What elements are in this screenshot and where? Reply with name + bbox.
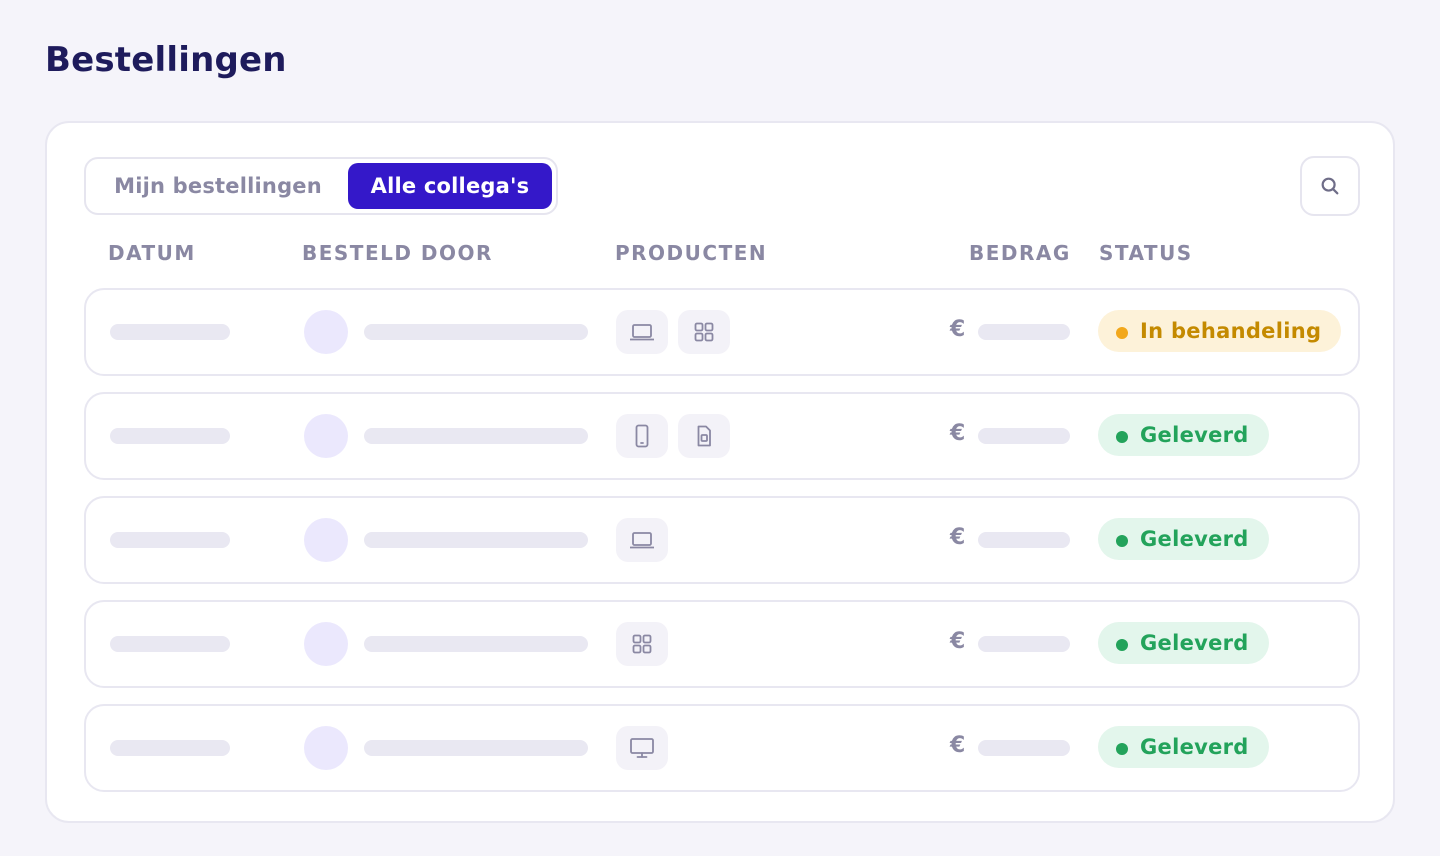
column-header-date[interactable]: DATUM xyxy=(108,241,196,265)
grid-icon xyxy=(694,322,714,342)
product-laptop xyxy=(616,310,668,354)
table-row[interactable]: € Geleverd xyxy=(84,704,1360,792)
search-icon xyxy=(1321,177,1339,195)
table-row[interactable]: € In behandeling xyxy=(84,288,1360,376)
product-grid xyxy=(616,622,668,666)
date-placeholder xyxy=(110,740,230,756)
status-label: In behandeling xyxy=(1140,319,1322,343)
orders-card: Mijn bestellingen Alle collega's DATUM B… xyxy=(45,121,1395,823)
name-placeholder xyxy=(364,324,588,340)
name-placeholder xyxy=(364,428,588,444)
monitor-icon xyxy=(630,738,654,758)
column-header-products[interactable]: PRODUCTEN xyxy=(615,241,767,265)
product-monitor xyxy=(616,726,668,770)
table-row[interactable]: € Geleverd xyxy=(84,496,1360,584)
column-header-status[interactable]: STATUS xyxy=(1099,241,1193,265)
sim-card-icon xyxy=(697,425,711,447)
status-label: Geleverd xyxy=(1140,423,1249,447)
product-grid xyxy=(678,310,730,354)
amount-placeholder xyxy=(978,740,1070,756)
laptop-icon xyxy=(630,324,654,341)
page-title: Bestellingen xyxy=(45,40,287,80)
date-placeholder xyxy=(110,532,230,548)
avatar xyxy=(304,310,348,354)
date-placeholder xyxy=(110,324,230,340)
column-header-amount[interactable]: BEDRAG xyxy=(969,241,1071,265)
status-badge: Geleverd xyxy=(1098,518,1269,560)
orders-list: € In behandeling € Geleverd € Geleverd €… xyxy=(84,288,1360,808)
currency-symbol: € xyxy=(950,317,966,342)
status-label: Geleverd xyxy=(1140,631,1249,655)
tab-my-orders[interactable]: Mijn bestellingen xyxy=(90,163,346,209)
avatar xyxy=(304,726,348,770)
amount-placeholder xyxy=(978,636,1070,652)
name-placeholder xyxy=(364,532,588,548)
product-phone xyxy=(616,414,668,458)
order-filter-toggle: Mijn bestellingen Alle collega's xyxy=(84,157,558,215)
date-placeholder xyxy=(110,636,230,652)
name-placeholder xyxy=(364,740,588,756)
currency-symbol: € xyxy=(950,421,966,446)
tab-all-colleagues[interactable]: Alle collega's xyxy=(348,163,552,209)
status-dot xyxy=(1116,327,1128,339)
status-label: Geleverd xyxy=(1140,735,1249,759)
currency-symbol: € xyxy=(950,733,966,758)
status-dot xyxy=(1116,639,1128,651)
currency-symbol: € xyxy=(950,629,966,654)
avatar xyxy=(304,518,348,562)
status-badge: Geleverd xyxy=(1098,414,1269,456)
search-button[interactable] xyxy=(1300,156,1360,216)
avatar xyxy=(304,622,348,666)
status-dot xyxy=(1116,743,1128,755)
table-row[interactable]: € Geleverd xyxy=(84,600,1360,688)
grid-icon xyxy=(632,634,652,654)
column-header-ordered-by[interactable]: BESTELD DOOR xyxy=(302,241,493,265)
status-badge: Geleverd xyxy=(1098,726,1269,768)
table-row[interactable]: € Geleverd xyxy=(84,392,1360,480)
avatar xyxy=(304,414,348,458)
name-placeholder xyxy=(364,636,588,652)
product-sim-card xyxy=(678,414,730,458)
status-dot xyxy=(1116,431,1128,443)
laptop-icon xyxy=(630,532,654,549)
status-label: Geleverd xyxy=(1140,527,1249,551)
product-laptop xyxy=(616,518,668,562)
amount-placeholder xyxy=(978,324,1070,340)
status-badge: Geleverd xyxy=(1098,622,1269,664)
currency-symbol: € xyxy=(950,525,966,550)
amount-placeholder xyxy=(978,532,1070,548)
phone-icon xyxy=(635,424,649,448)
amount-placeholder xyxy=(978,428,1070,444)
status-badge: In behandeling xyxy=(1098,310,1342,352)
status-dot xyxy=(1116,535,1128,547)
date-placeholder xyxy=(110,428,230,444)
